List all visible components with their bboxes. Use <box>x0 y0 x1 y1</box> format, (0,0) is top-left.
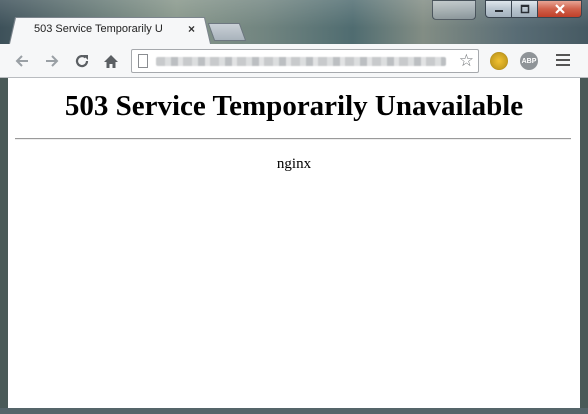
star-icon[interactable]: ☆ <box>459 51 474 71</box>
maximize-button[interactable] <box>512 0 538 18</box>
reload-icon[interactable] <box>74 53 90 69</box>
new-tab-button[interactable] <box>207 23 247 41</box>
tab-title: 503 Service Temporarily U <box>34 23 163 35</box>
hamburger-menu-icon[interactable] <box>556 54 570 66</box>
back-arrow-icon[interactable] <box>14 53 30 69</box>
page-icon <box>138 54 148 68</box>
window-frame-bottom <box>0 408 588 414</box>
page-content: 503 Service Temporarily Unavailable ngin… <box>8 78 580 408</box>
minimize-icon <box>494 10 503 12</box>
minimize-button[interactable] <box>485 0 512 18</box>
close-window-button[interactable] <box>538 0 582 18</box>
background-window-control <box>432 0 476 20</box>
abp-extension-icon[interactable]: ABP <box>520 52 538 70</box>
divider <box>15 138 571 140</box>
tab-close-icon[interactable]: × <box>188 22 195 36</box>
window-controls <box>485 0 582 19</box>
extension-badge-icon[interactable] <box>490 52 508 70</box>
server-name: nginx <box>276 156 312 172</box>
close-icon <box>554 4 565 14</box>
maximize-icon <box>520 4 529 14</box>
page-heading: 503 Service Temporarily Unavailable <box>64 90 524 122</box>
address-bar[interactable]: ☆ <box>131 49 479 73</box>
home-icon[interactable] <box>103 53 119 69</box>
url-text-blurred <box>156 57 446 66</box>
forward-arrow-icon[interactable] <box>44 53 60 69</box>
